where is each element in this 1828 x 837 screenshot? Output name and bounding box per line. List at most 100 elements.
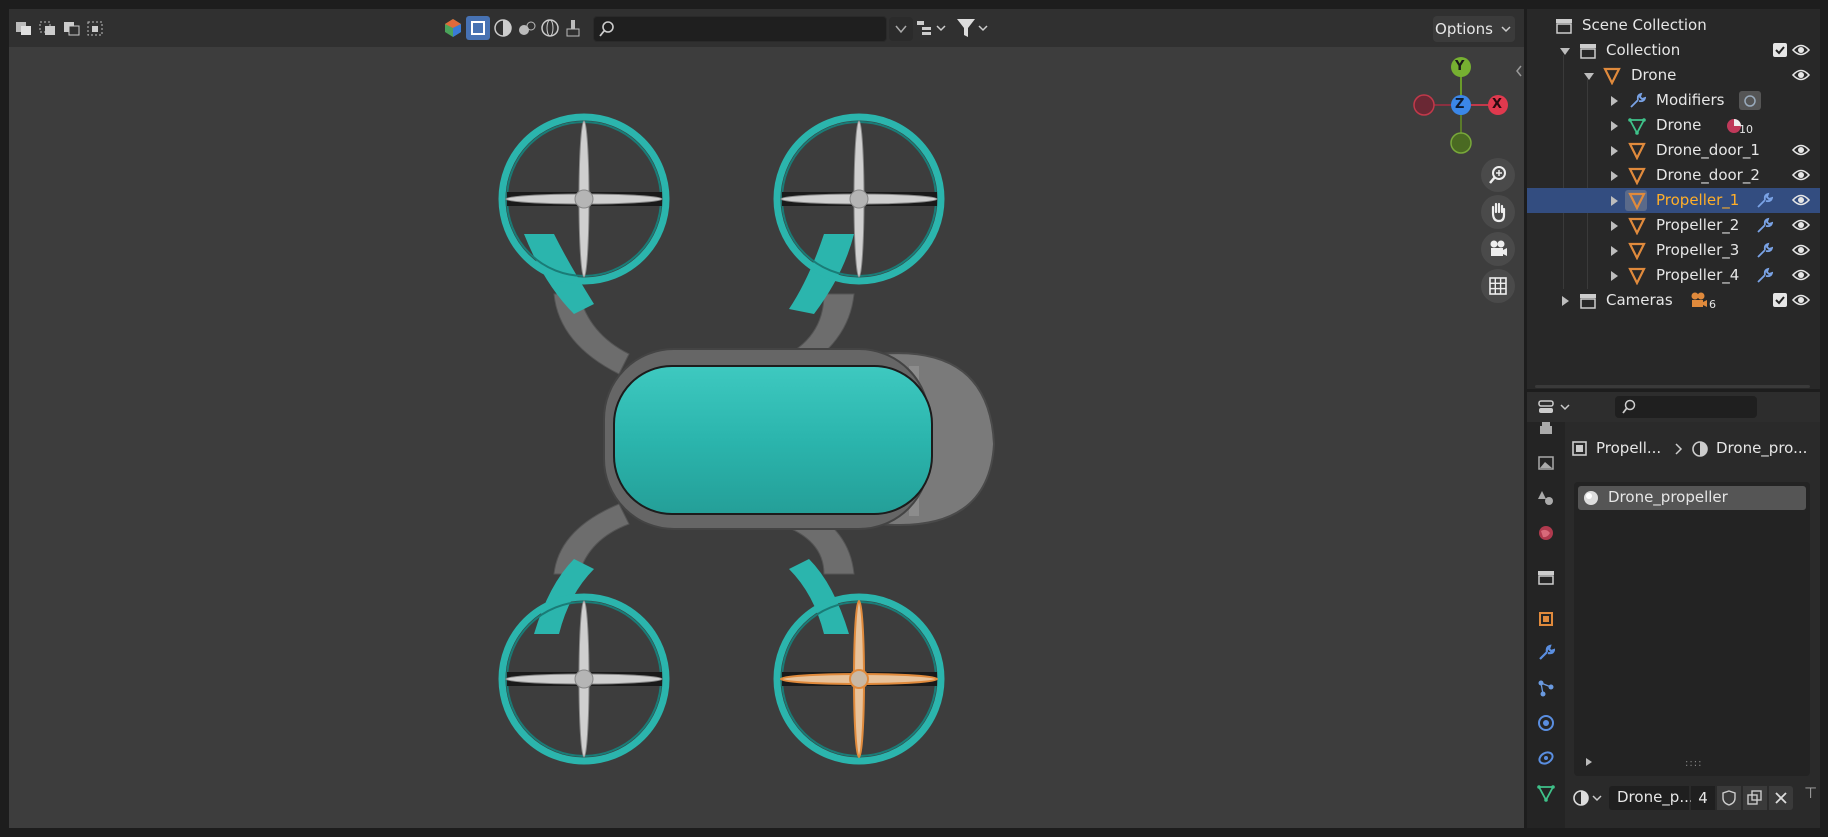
select-extend-mode-icon[interactable] [37, 17, 59, 39]
eye-icon[interactable] [1792, 268, 1810, 282]
breadcrumb-object[interactable]: Propell... [1596, 439, 1661, 457]
expand-arrow-icon[interactable] [1611, 121, 1618, 131]
expand-arrow-icon[interactable] [1611, 96, 1618, 106]
3d-viewport[interactable]: Options Y Z X [9, 9, 1524, 828]
material-icon [1692, 441, 1708, 457]
eye-icon[interactable] [1792, 68, 1810, 82]
tab-collection[interactable] [1535, 566, 1557, 588]
pan-button[interactable] [1481, 195, 1515, 229]
drone-model[interactable] [479, 104, 1019, 774]
expand-arrow-icon[interactable] [1611, 246, 1618, 256]
perspective-toggle-button[interactable] [1481, 269, 1515, 303]
world-icon[interactable] [540, 18, 560, 42]
outliner-row-scene-collection[interactable]: Scene Collection [1527, 13, 1820, 38]
breadcrumb-material[interactable]: Drone_pro... [1716, 439, 1807, 457]
expand-arrow-icon[interactable] [1562, 296, 1569, 306]
outliner-row-propeller-4[interactable]: Propeller_4 [1527, 263, 1820, 288]
eye-icon[interactable] [1792, 168, 1810, 182]
outliner-row-drone[interactable]: Drone [1527, 63, 1820, 88]
hierarchy-icon[interactable] [915, 18, 949, 42]
outliner-row-cameras[interactable]: Cameras 6 [1527, 288, 1820, 313]
select-intersect-mode-icon[interactable] [85, 17, 107, 39]
expand-arrow-icon[interactable] [1611, 271, 1618, 281]
camera-view-button[interactable] [1481, 232, 1515, 266]
properties-search-input[interactable] [1615, 396, 1757, 418]
duplicate-material-button[interactable] [1743, 786, 1767, 810]
zoom-button[interactable] [1481, 158, 1515, 192]
tab-data[interactable] [1535, 782, 1557, 804]
wrench-icon[interactable] [1755, 217, 1773, 235]
expand-arrow-icon[interactable] [1611, 196, 1618, 206]
tab-scene[interactable] [1535, 522, 1557, 544]
fake-user-button[interactable] [1717, 786, 1741, 810]
chevron-right-icon [1675, 443, 1683, 455]
duplicate-icon [1747, 790, 1762, 805]
wrench-icon[interactable] [1755, 242, 1773, 260]
outliner-row-modifiers[interactable]: Modifiers [1527, 88, 1820, 113]
eye-icon[interactable] [1792, 43, 1810, 57]
eye-icon[interactable] [1792, 143, 1810, 157]
outliner-scrollbar[interactable] [1535, 385, 1810, 388]
user-count-button[interactable]: 4 [1691, 786, 1715, 810]
expand-arrow-icon[interactable] [1611, 146, 1618, 156]
modifier-badge[interactable] [1739, 91, 1761, 110]
outliner-row-propeller-1[interactable]: Propeller_1 [1527, 188, 1820, 213]
object-types-visibility-icon[interactable] [443, 18, 463, 42]
material-slot-list: Drone_propeller :::: [1574, 482, 1810, 776]
outliner-row-drone-door-1[interactable]: Drone_door_1 [1527, 138, 1820, 163]
outliner-row-propeller-2[interactable]: Propeller_2 [1527, 213, 1820, 238]
select-subtract-mode-icon[interactable] [61, 17, 83, 39]
exclude-checkbox[interactable] [1773, 293, 1787, 307]
options-dropdown[interactable]: Options [1433, 16, 1515, 42]
light-probe-icon[interactable] [517, 18, 537, 42]
tab-render[interactable] [1535, 418, 1557, 440]
outliner-row-drone-mesh[interactable]: Drone 10 [1527, 113, 1820, 138]
expand-arrow-icon[interactable] [1560, 48, 1570, 55]
tab-output[interactable] [1535, 452, 1557, 474]
expand-arrow-icon[interactable] [1584, 73, 1594, 80]
viewport-shading-icon[interactable] [493, 18, 513, 42]
resize-grip-icon[interactable]: :::: [1685, 758, 1702, 769]
mesh-data-icon [1628, 118, 1646, 135]
select-box-icon[interactable] [466, 16, 490, 40]
wrench-icon[interactable] [1755, 192, 1773, 210]
tab-object[interactable] [1535, 608, 1557, 630]
outliner-row-drone-door-2[interactable]: Drone_door_2 [1527, 163, 1820, 188]
tab-physics[interactable] [1535, 712, 1557, 734]
chevron-down-icon [1501, 26, 1511, 33]
viewport-search-input[interactable] [593, 16, 887, 42]
mesh-object-icon [1628, 142, 1646, 160]
expand-arrow-icon[interactable] [1611, 171, 1618, 181]
editor-type-dropdown[interactable] [1537, 397, 1577, 417]
brush-icon[interactable] [563, 18, 583, 42]
filter-icon[interactable] [955, 17, 989, 43]
material-name-field[interactable]: Drone_p... [1609, 786, 1694, 810]
wrench-icon[interactable] [1755, 267, 1773, 285]
material-datablock-row: Drone_p... 4 ⊤ [1571, 784, 1817, 810]
mesh-object-icon [1628, 192, 1646, 210]
exclude-checkbox[interactable] [1773, 43, 1787, 57]
expand-arrow-icon[interactable] [1586, 758, 1592, 766]
outliner-row-collection[interactable]: Collection [1527, 38, 1820, 63]
tab-modifiers[interactable] [1535, 642, 1557, 664]
tab-view-layer[interactable] [1535, 487, 1557, 509]
modifier-icon [1744, 94, 1756, 107]
eye-icon[interactable] [1792, 218, 1810, 232]
tab-constraints[interactable] [1535, 747, 1557, 769]
select-new-mode-icon[interactable] [13, 17, 35, 39]
unlink-material-button[interactable] [1769, 786, 1793, 810]
collapse-sidebar-icon[interactable] [1514, 64, 1524, 82]
eye-icon[interactable] [1792, 193, 1810, 207]
collection-icon [1580, 294, 1596, 309]
eye-icon[interactable] [1792, 243, 1810, 257]
overflow-icon[interactable]: ⊤ [1804, 784, 1817, 802]
material-slot-item[interactable]: Drone_propeller [1578, 486, 1806, 510]
outliner-row-propeller-3[interactable]: Propeller_3 [1527, 238, 1820, 263]
tab-particles[interactable] [1535, 677, 1557, 699]
browse-material-button[interactable] [1571, 786, 1607, 810]
navigation-gizmo[interactable]: Y Z X [1410, 54, 1510, 164]
filter-dropdown-button[interactable] [889, 17, 913, 41]
eye-icon[interactable] [1792, 293, 1810, 307]
expand-arrow-icon[interactable] [1611, 221, 1618, 231]
chevron-down-icon [1592, 795, 1602, 802]
